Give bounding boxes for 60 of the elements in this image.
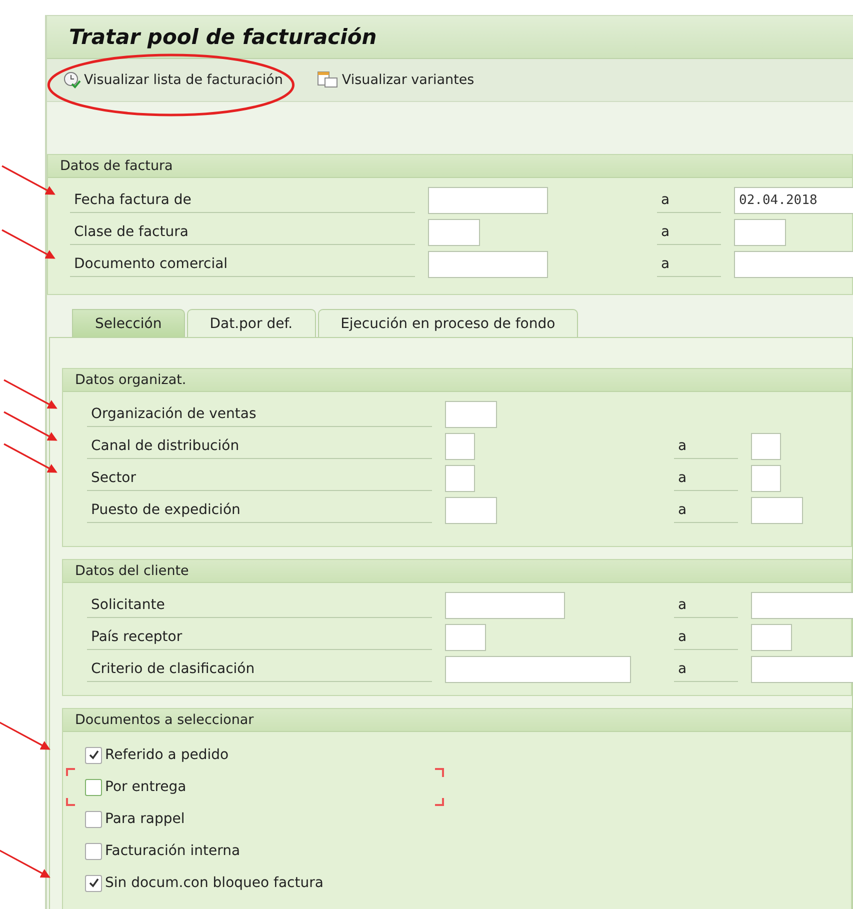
field-label: Solicitante (87, 592, 432, 618)
range-label: a (657, 219, 721, 245)
range-label: a (674, 497, 738, 523)
group-title: Documentos a seleccionar (75, 712, 254, 728)
input-field[interactable] (428, 250, 548, 278)
input-field[interactable] (445, 592, 565, 618)
input-field[interactable] (751, 592, 853, 618)
range-label: a (674, 592, 738, 618)
checkbox-label: Facturación interna (105, 843, 240, 859)
checkbox[interactable] (85, 746, 102, 764)
input-field[interactable] (428, 218, 480, 246)
field-label: Fecha factura de (70, 187, 415, 213)
input-field[interactable] (751, 624, 792, 650)
tab[interactable]: Selección (72, 309, 185, 337)
checkbox[interactable] (85, 778, 102, 796)
field-label: Organización de ventas (87, 401, 432, 427)
checkbox-label: Sin docum.con bloqueo factura (105, 875, 324, 891)
checkbox[interactable] (85, 874, 102, 892)
input-field[interactable] (445, 464, 475, 492)
field-label: Puesto de expedición (87, 497, 432, 523)
checkbox-label: Referido a pedido (105, 747, 229, 763)
field-label: Clase de factura (70, 219, 415, 245)
checkbox-label: Por entrega (105, 779, 186, 795)
input-field[interactable] (445, 400, 497, 428)
input-field[interactable] (751, 432, 781, 460)
checkbox-label: Para rappel (105, 811, 185, 827)
field-label: Documento comercial (70, 251, 415, 277)
toolbar-button[interactable]: Visualizar variantes (314, 69, 476, 91)
input-field[interactable] (734, 218, 786, 246)
field-label: Canal de distribución (87, 433, 432, 459)
tab[interactable]: Dat.por def. (186, 309, 316, 337)
field-label: Sector (87, 465, 432, 491)
checkbox[interactable] (85, 842, 102, 860)
input-field[interactable] (734, 250, 853, 278)
input-field[interactable] (445, 496, 497, 524)
input-field[interactable] (751, 464, 781, 492)
field-label: Criterio de clasificación (87, 656, 432, 682)
clock-check-icon (63, 71, 81, 89)
group-title: Datos de factura (60, 158, 173, 174)
input-field[interactable]: 02.04.2018 (734, 186, 853, 214)
window-title: Tratar pool de facturación (69, 25, 377, 49)
input-field[interactable] (445, 656, 631, 682)
check-icon (88, 749, 100, 761)
checkbox[interactable] (85, 810, 102, 828)
range-label: a (674, 433, 738, 459)
check-icon (88, 877, 100, 889)
range-label: a (657, 187, 721, 213)
range-label: a (674, 465, 738, 491)
input-field[interactable] (751, 496, 803, 524)
input-field[interactable] (445, 432, 475, 460)
group-title: Datos del cliente (75, 563, 189, 579)
range-label: a (657, 251, 721, 277)
tab[interactable]: Ejecución en proceso de fondo (318, 309, 578, 337)
copy-icon (316, 71, 339, 89)
input-field[interactable] (428, 186, 548, 214)
group-title: Datos organizat. (75, 372, 186, 388)
range-label: a (674, 624, 738, 650)
range-label: a (674, 656, 738, 682)
input-field[interactable] (445, 624, 486, 650)
field-label: País receptor (87, 624, 432, 650)
